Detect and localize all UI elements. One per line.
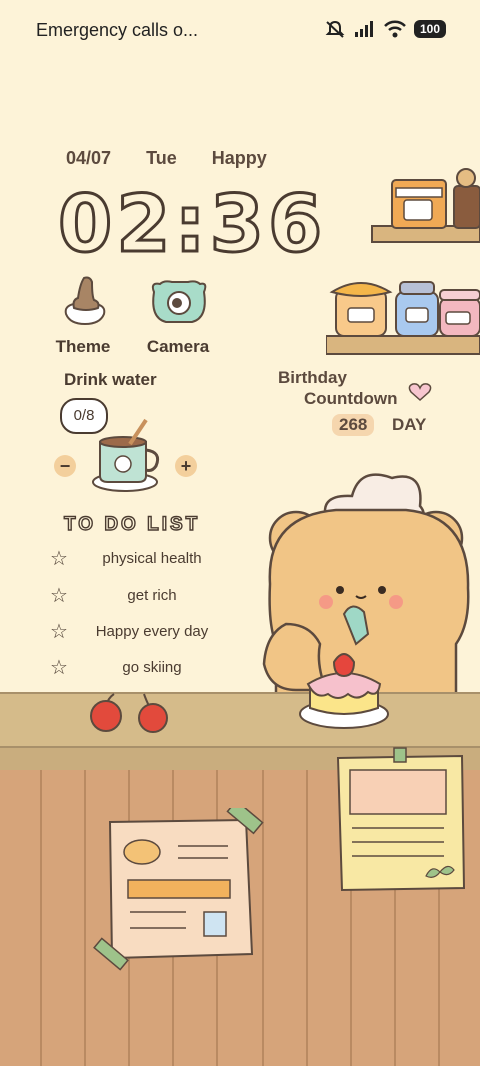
- todo-item-text: Happy every day: [95, 622, 209, 640]
- cherries-illustration: [90, 693, 168, 733]
- signal-icon: [354, 21, 373, 37]
- todo-item[interactable]: ☆ Happy every day: [50, 619, 230, 643]
- star-icon: ☆: [50, 547, 68, 570]
- countdown-unit: DAY: [392, 415, 427, 434]
- star-icon: ☆: [50, 656, 68, 679]
- camera-label[interactable]: Camera: [133, 337, 223, 357]
- todo-item[interactable]: ☆ physical health: [50, 546, 230, 570]
- water-cup-icon: [92, 418, 160, 492]
- silent-icon: [325, 20, 345, 38]
- camera-icon[interactable]: [148, 278, 210, 326]
- clock-widget[interactable]: 02:36: [56, 179, 326, 272]
- wifi-icon: [384, 20, 406, 38]
- todo-item-text: get rich: [127, 586, 177, 604]
- carrier-text: Emergency calls o...: [36, 20, 199, 40]
- counter-top: [0, 692, 480, 752]
- star-icon: ☆: [50, 620, 68, 643]
- drink-water-title: Drink water: [64, 370, 157, 389]
- todo-title: TO DO LIST: [63, 513, 201, 535]
- heart-icon: [408, 383, 432, 402]
- star-icon: ☆: [50, 584, 68, 607]
- todo-item-text: physical health: [102, 549, 202, 567]
- theme-label[interactable]: Theme: [38, 337, 128, 357]
- battery-icon: 100: [413, 20, 446, 38]
- date-text: 04/07: [66, 148, 112, 168]
- memo-note: [336, 747, 466, 892]
- countdown-days: 268: [332, 414, 375, 436]
- cake-illustration: [299, 653, 389, 729]
- water-minus-button[interactable]: −: [54, 455, 76, 477]
- status-bar: Emergency calls o... 100: [0, 0, 480, 60]
- water-plus-button[interactable]: +: [175, 455, 197, 477]
- weekday-text: Tue: [146, 148, 177, 168]
- theme-icon[interactable]: [60, 272, 110, 328]
- todo-item[interactable]: ☆ get rich: [50, 583, 230, 607]
- status-icons: 100: [324, 20, 446, 38]
- countdown-title: Countdown: [304, 389, 398, 408]
- shelf-illustration: [326, 168, 480, 355]
- todo-item[interactable]: ☆ go skiing: [50, 655, 230, 679]
- birthday-title: Birthday: [278, 368, 347, 387]
- mood-text: Happy: [211, 148, 267, 168]
- todo-item-text: go skiing: [122, 658, 182, 676]
- recipe-note: [93, 808, 264, 971]
- date-row: 04/07 Tue Happy: [66, 148, 267, 169]
